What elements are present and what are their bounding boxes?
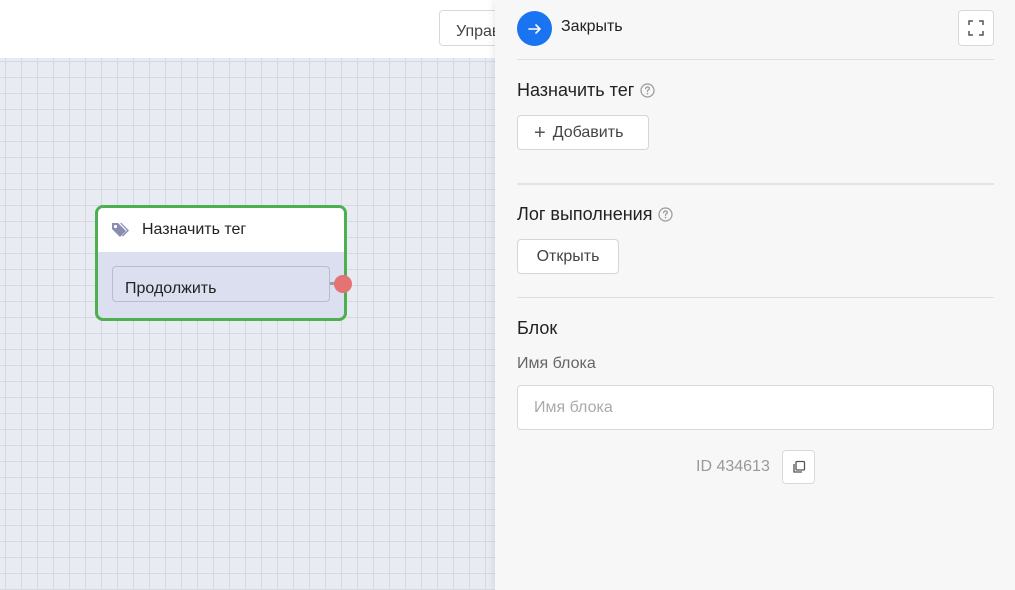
close-label[interactable]: Закрыть: [561, 18, 623, 36]
execution-log-title-text: Лог выполнения: [517, 204, 653, 224]
help-icon[interactable]: [640, 83, 655, 98]
open-log-button[interactable]: Открыть: [517, 239, 619, 274]
manage-button[interactable]: Управление: [439, 10, 495, 46]
plus-icon: +: [534, 121, 546, 144]
canvas-toolbar: Управление: [0, 0, 495, 58]
arrow-right-icon: [527, 21, 543, 37]
copy-id-button[interactable]: [782, 450, 815, 484]
section-divider: [517, 297, 994, 298]
add-tag-label: Добавить: [552, 123, 624, 141]
flow-node-assign-tag[interactable]: Назначить тег Продолжить: [95, 205, 347, 321]
header-divider: [517, 59, 994, 60]
execution-log-section-title: Лог выполнения: [517, 204, 674, 225]
section-divider: [517, 183, 994, 185]
node-title: Назначить тег: [142, 221, 247, 238]
block-name-input[interactable]: [517, 385, 994, 430]
block-name-label: Имя блока: [517, 355, 596, 372]
fullscreen-icon: [967, 19, 985, 37]
output-connector[interactable]: [334, 275, 352, 293]
copy-icon: [792, 460, 806, 474]
add-tag-button[interactable]: + Добавить: [517, 115, 649, 150]
block-id: ID 434613: [696, 458, 770, 475]
continue-button[interactable]: Продолжить: [112, 266, 330, 302]
flow-canvas[interactable]: [0, 58, 495, 590]
node-body: Продолжить: [98, 252, 344, 302]
assign-tag-section-title: Назначить тег: [517, 80, 655, 101]
close-button[interactable]: [517, 11, 552, 46]
help-icon[interactable]: [658, 207, 674, 222]
fullscreen-button[interactable]: [958, 10, 994, 46]
block-section-title: Блок: [517, 318, 558, 338]
node-header: Назначить тег: [98, 208, 344, 252]
assign-tag-title-text: Назначить тег: [517, 80, 635, 100]
settings-panel: Закрыть Назначить тег + Добавить Лог вып…: [495, 0, 1015, 590]
tag-icon: [110, 220, 132, 240]
